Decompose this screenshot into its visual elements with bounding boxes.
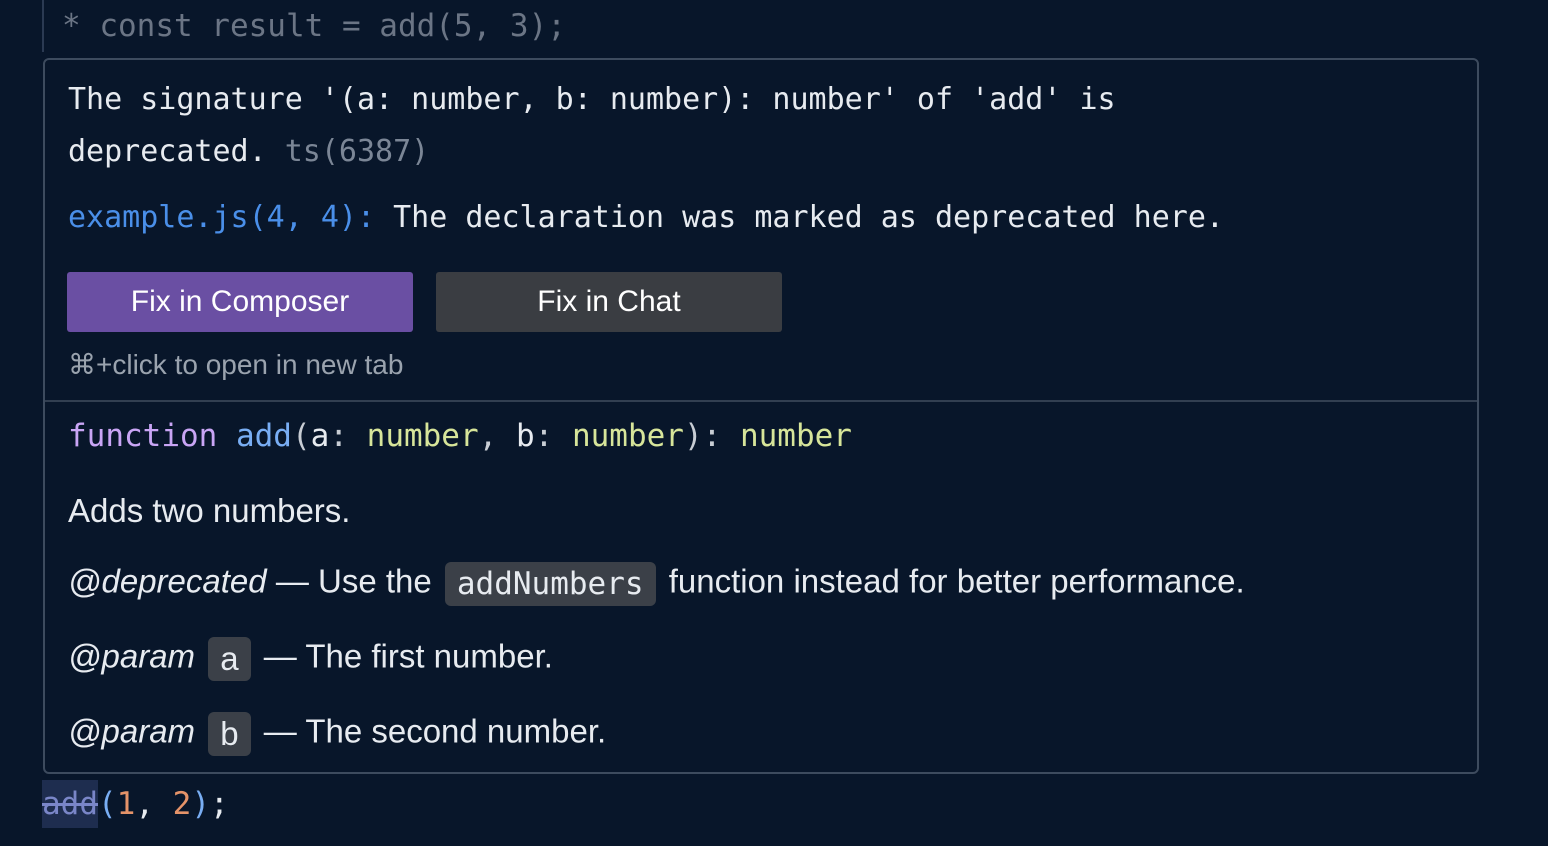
deprecated-suffix: function instead for better performance. <box>668 562 1245 600</box>
param-tag: @param <box>68 637 196 675</box>
related-location-link[interactable]: example.js(4, 4): <box>68 200 375 235</box>
signature-param-b: b <box>515 418 535 454</box>
signature-type-a: number <box>366 418 479 454</box>
signature-type-b: number <box>571 418 684 454</box>
fix-in-chat-button[interactable]: Fix in Chat <box>436 272 782 332</box>
param-description: — The second number. <box>263 712 607 750</box>
param-name-chip: a <box>208 637 251 681</box>
signature-function-name: add <box>235 418 292 454</box>
deprecated-tag: @deprecated <box>68 562 267 600</box>
hover-popup: The signature '(a: number, b: number): n… <box>43 58 1479 774</box>
editor-line-bottom: add(1, 2); <box>42 780 229 828</box>
documentation-section: function add(a: number, b: number): numb… <box>45 402 1477 772</box>
semicolon: ; <box>210 786 229 822</box>
fix-in-composer-button[interactable]: Fix in Composer <box>67 272 413 332</box>
code-comment-line: * const result = add(5, 3); <box>62 8 566 44</box>
deprecated-code-chip: addNumbers <box>444 562 656 606</box>
diagnostic-message: The signature '(a: number, b: number): n… <box>68 82 1116 169</box>
doc-summary: Adds two numbers. <box>68 492 351 529</box>
deprecated-function-call[interactable]: add <box>42 780 98 828</box>
doc-deprecated-line: @deprecated — Use the addNumbers functio… <box>68 562 1245 606</box>
open-paren: ( <box>98 786 117 822</box>
function-signature: function add(a: number, b: number): numb… <box>68 418 852 454</box>
signature-return-type: number <box>739 418 852 454</box>
arg-1: 1 <box>116 786 136 822</box>
deprecated-prefix: — Use the <box>275 562 432 600</box>
doc-param-a-line: @param a — The first number. <box>68 637 553 681</box>
arg-separator: , <box>135 786 173 822</box>
diagnostic-code: ts(6387) <box>284 134 430 169</box>
open-new-tab-hint: ⌘+click to open in new tab <box>68 349 404 380</box>
related-info: example.js(4, 4): The declaration was ma… <box>68 200 1224 235</box>
close-paren: ) <box>191 786 211 822</box>
diagnostic-message-block: The signature '(a: number, b: number): n… <box>68 74 1268 178</box>
arg-2: 2 <box>172 786 192 822</box>
editor-line-top: * const result = add(5, 3); <box>42 0 844 52</box>
signature-keyword: function <box>68 418 218 454</box>
param-name-chip: b <box>208 712 251 756</box>
param-description: — The first number. <box>263 637 553 675</box>
diagnostic-section: The signature '(a: number, b: number): n… <box>45 60 1477 402</box>
related-message: The declaration was marked as deprecated… <box>393 200 1224 235</box>
doc-param-b-line: @param b — The second number. <box>68 712 606 756</box>
param-tag: @param <box>68 712 196 750</box>
signature-param-a: a <box>310 418 330 454</box>
